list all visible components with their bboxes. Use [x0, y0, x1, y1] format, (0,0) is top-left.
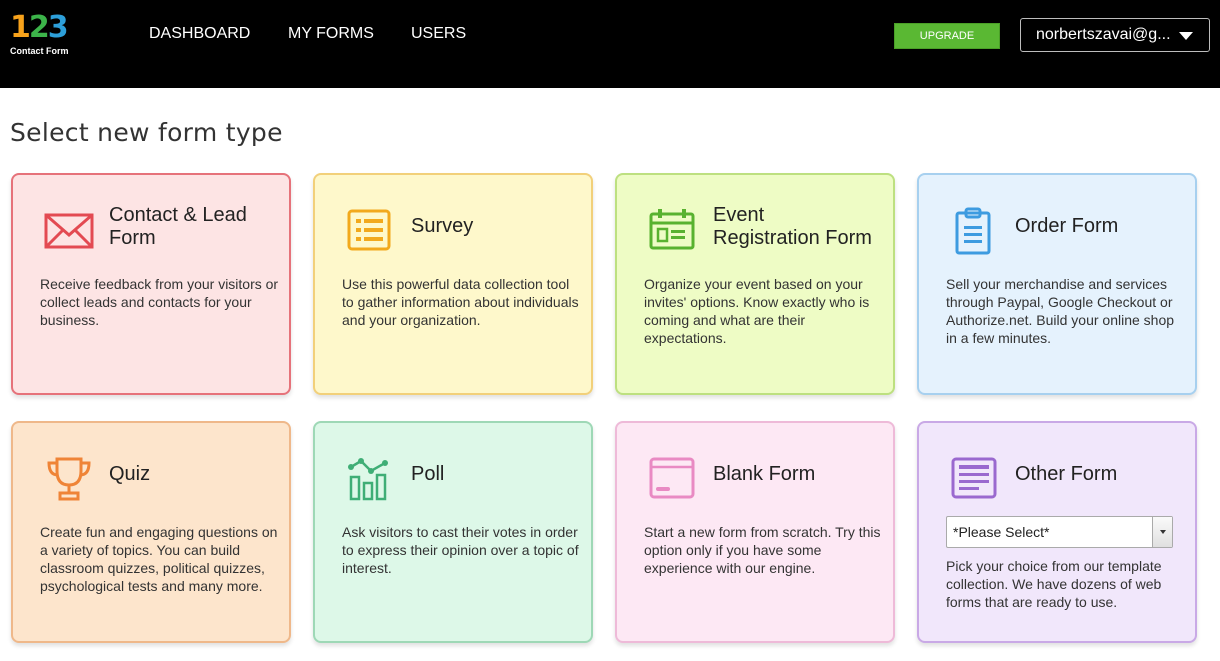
logo-subtitle: Contact Form: [10, 46, 69, 56]
nav-my-forms[interactable]: MY FORMS: [288, 24, 374, 44]
card-title: Quiz: [109, 463, 151, 485]
card-description: Start a new form from scratch. Try this …: [644, 524, 881, 576]
blank-window-icon: [647, 453, 699, 505]
form-lines-icon: [949, 453, 1001, 505]
card-description: Pick your choice from our template colle…: [946, 558, 1162, 610]
top-bar: 123 Contact Form DASHBOARD MY FORMS USER…: [0, 0, 1220, 88]
clipboard-icon: [949, 205, 1001, 257]
card-title: Order Form: [1015, 215, 1119, 237]
nav-users[interactable]: USERS: [411, 24, 466, 44]
logo[interactable]: 123 Contact Form: [10, 12, 80, 60]
card-other-form[interactable]: Other Form *Please Select* Pick your cho…: [917, 421, 1197, 643]
card-quiz[interactable]: Quiz Create fun and engaging questions o…: [11, 421, 291, 643]
card-contact-lead-form[interactable]: Contact & Lead Form Receive feedback from…: [11, 173, 291, 395]
card-event-registration-form[interactable]: Event Registration Form Organize your eve…: [615, 173, 895, 395]
card-title: Survey: [411, 215, 474, 237]
bar-chart-icon: [345, 453, 397, 505]
card-description: Use this powerful data collection tool t…: [342, 276, 579, 328]
logo-digits: 123: [10, 10, 69, 45]
card-title: Other Form: [1015, 463, 1118, 485]
trophy-icon: [43, 453, 95, 505]
calendar-icon: [647, 205, 699, 257]
card-description: Receive feedback from your visitors or c…: [40, 276, 279, 328]
card-blank-form[interactable]: Blank Form Start a new form from scratch…: [615, 421, 895, 643]
card-title: Blank Form: [713, 463, 816, 485]
card-description: Ask visitors to cast their votes in orde…: [342, 524, 579, 576]
card-description: Organize your event based on your invite…: [644, 276, 870, 346]
list-icon: [345, 205, 397, 257]
card-description: Create fun and engaging questions on a v…: [40, 524, 278, 594]
nav-dashboard[interactable]: DASHBOARD: [149, 24, 250, 44]
card-title: Poll: [411, 463, 445, 485]
card-poll[interactable]: Poll Ask visitors to cast their votes in…: [313, 421, 593, 643]
card-title: Event Registration Form: [713, 204, 872, 249]
card-title: Contact & Lead Form: [109, 204, 247, 249]
card-description: Sell your merchandise and services throu…: [946, 276, 1175, 346]
page-title: Select new form type: [10, 118, 283, 147]
card-survey[interactable]: Survey Use this powerful data collection…: [313, 173, 593, 395]
template-select-value: *Please Select*: [953, 524, 1050, 540]
envelope-icon: [43, 205, 95, 257]
template-select[interactable]: *Please Select*: [946, 516, 1173, 548]
chevron-down-icon: [1179, 32, 1193, 40]
card-order-form[interactable]: Order Form Sell your merchandise and ser…: [917, 173, 1197, 395]
chevron-down-icon[interactable]: [1152, 517, 1172, 547]
user-menu-dropdown[interactable]: norbertszavai@g...: [1020, 18, 1210, 52]
upgrade-button[interactable]: UPGRADE: [894, 23, 1000, 49]
user-email: norbertszavai@g...: [1036, 26, 1171, 43]
